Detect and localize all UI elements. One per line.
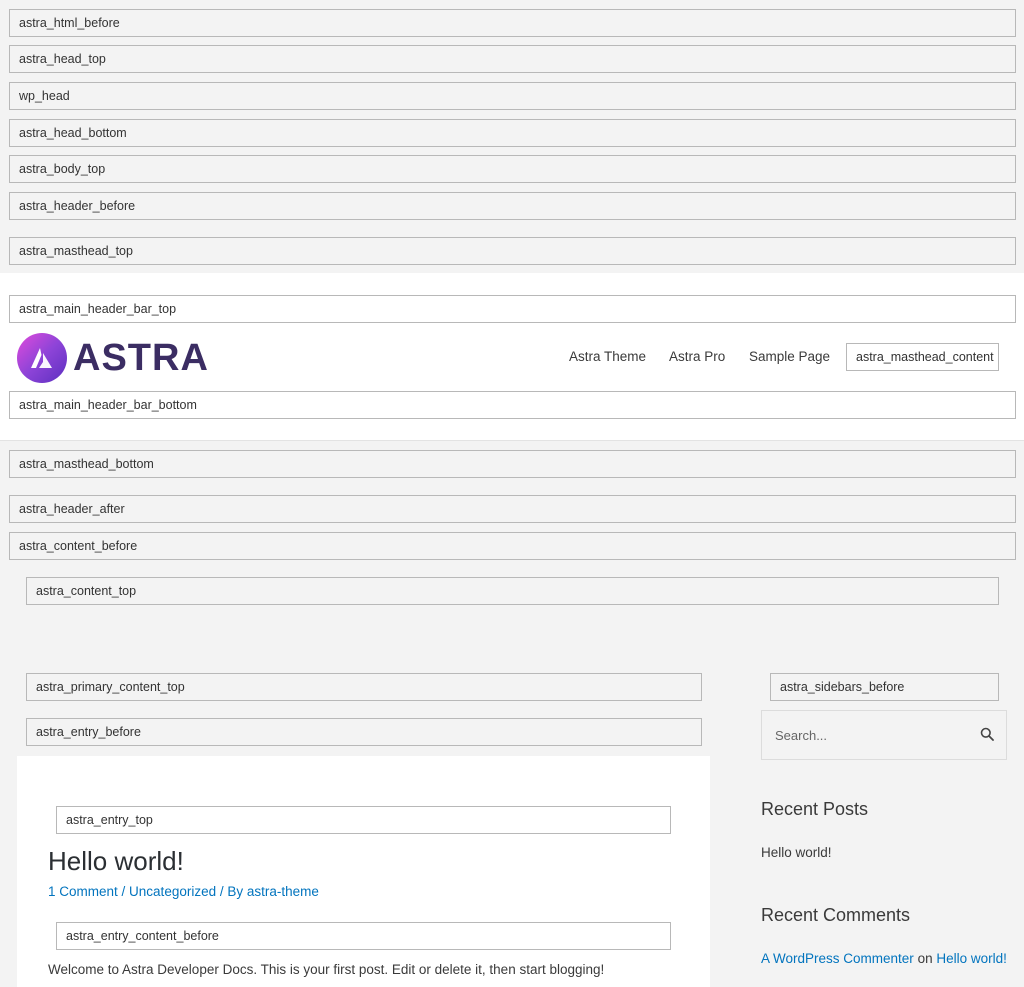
post-title[interactable]: Hello world!: [48, 846, 184, 877]
site-logo[interactable]: ASTRA: [17, 333, 209, 383]
hook-main-header-bar-top: astra_main_header_bar_top: [9, 295, 1016, 323]
comment-post-link[interactable]: Hello world!: [936, 951, 1007, 966]
hook-html-before: astra_html_before: [9, 9, 1016, 37]
hook-entry-top: astra_entry_top: [56, 806, 671, 834]
search-button[interactable]: [978, 726, 996, 744]
hook-sidebars-before: astra_sidebars_before: [770, 673, 999, 701]
recent-post-link[interactable]: Hello world!: [761, 845, 832, 860]
meta-by: / By: [216, 884, 247, 899]
hook-entry-content-before: astra_entry_content_before: [56, 922, 671, 950]
logo-wordmark: ASTRA: [73, 336, 209, 379]
search-input[interactable]: [762, 711, 962, 759]
hook-content-top: astra_content_top: [26, 577, 999, 605]
hook-wp-head: wp_head: [9, 82, 1016, 110]
post-comments-link[interactable]: 1 Comment: [48, 884, 118, 899]
hook-head-bottom: astra_head_bottom: [9, 119, 1016, 147]
hook-header-before: astra_header_before: [9, 192, 1016, 220]
nav-item-astra-pro[interactable]: Astra Pro: [669, 343, 725, 371]
recent-comments-title: Recent Comments: [761, 905, 911, 925]
post-excerpt: Welcome to Astra Developer Docs. This is…: [48, 962, 605, 977]
hook-masthead-content: astra_masthead_content: [846, 343, 999, 371]
hook-masthead-top: astra_masthead_top: [9, 237, 1016, 265]
hook-header-after: astra_header_after: [9, 495, 1016, 523]
search-form: [761, 710, 1007, 760]
search-icon: [980, 727, 994, 741]
astra-logo-icon: [17, 333, 67, 383]
comment-on-text: on: [913, 951, 937, 966]
hook-primary-content-top: astra_primary_content_top: [26, 673, 702, 701]
comment-author-link[interactable]: A WordPress Commenter: [761, 951, 914, 966]
hook-content-before: astra_content_before: [9, 532, 1016, 560]
hook-masthead-bottom: astra_masthead_bottom: [9, 450, 1016, 478]
hook-main-header-bar-bottom: astra_main_header_bar_bottom: [9, 391, 1016, 419]
post-category-link[interactable]: Uncategorized: [129, 884, 216, 899]
nav-item-astra-theme[interactable]: Astra Theme: [569, 343, 646, 371]
recent-comment-item: A WordPress Commenter on Hello world!: [761, 951, 1007, 966]
nav-item-sample-page[interactable]: Sample Page: [749, 343, 830, 371]
post-author-link[interactable]: astra-theme: [247, 884, 319, 899]
post-meta: 1 Comment / Uncategorized / By astra-the…: [48, 884, 319, 899]
hook-entry-before: astra_entry_before: [26, 718, 702, 746]
recent-posts-title: Recent Posts: [761, 799, 869, 819]
meta-separator: /: [117, 884, 130, 899]
hook-body-top: astra_body_top: [9, 155, 1016, 183]
hook-head-top: astra_head_top: [9, 45, 1016, 73]
